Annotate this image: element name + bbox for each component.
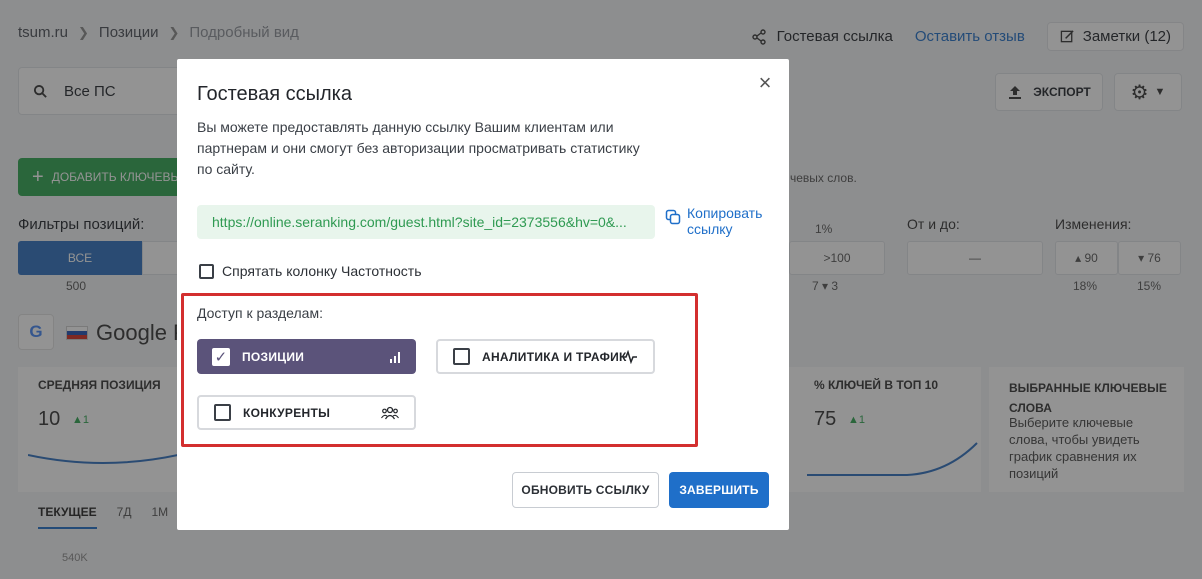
hide-frequency-checkbox[interactable]: Спрятать колонку Частотность: [199, 263, 422, 279]
access-option-competitors-label: КОНКУРЕНТЫ: [243, 405, 331, 420]
close-icon[interactable]: ×: [755, 72, 775, 94]
access-option-analytics-label: АНАЛИТИКА И ТРАФИК: [482, 349, 627, 364]
access-label: Доступ к разделам:: [197, 305, 323, 321]
refresh-link-button[interactable]: ОБНОВИТЬ ССЫЛКУ: [512, 472, 659, 508]
dialog-title: Гостевая ссылка: [197, 83, 352, 105]
finish-button[interactable]: ЗАВЕРШИТЬ: [669, 472, 769, 508]
copy-link-label: Копировать ссылку: [687, 205, 763, 237]
access-option-positions[interactable]: ✓ ПОЗИЦИИ: [197, 339, 416, 374]
checkbox-unchecked[interactable]: [199, 263, 214, 279]
guest-link-field[interactable]: https://online.seranking.com/guest.html?…: [197, 205, 655, 239]
checkbox-unchecked[interactable]: [214, 404, 231, 421]
bar-chart-icon: [390, 351, 400, 363]
access-option-analytics[interactable]: АНАЛИТИКА И ТРАФИК: [436, 339, 655, 374]
guest-link-dialog: Гостевая ссылка × Вы можете предоставлят…: [177, 59, 789, 530]
dialog-description: Вы можете предоставлять данную ссылку Ва…: [197, 119, 640, 177]
access-option-positions-label: ПОЗИЦИИ: [242, 349, 305, 364]
copy-icon: [665, 209, 681, 225]
users-icon: [381, 406, 399, 419]
checkmark-icon: ✓: [212, 347, 230, 366]
checkbox-unchecked[interactable]: [453, 348, 470, 365]
hide-frequency-label: Спрятать колонку Частотность: [222, 263, 422, 279]
copy-link-button[interactable]: Копировать ссылку: [665, 205, 769, 237]
access-option-competitors[interactable]: КОНКУРЕНТЫ: [197, 395, 416, 430]
activity-icon: [623, 349, 637, 364]
